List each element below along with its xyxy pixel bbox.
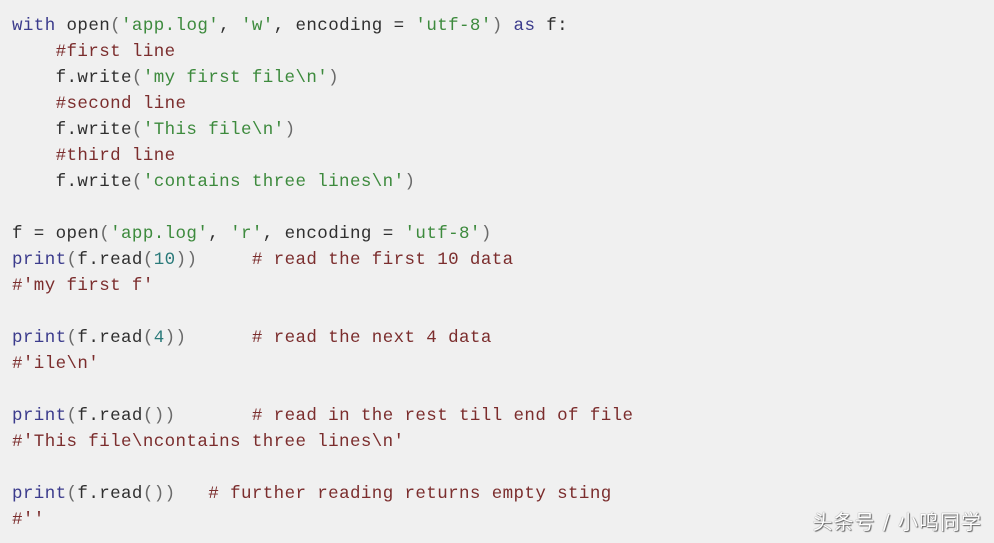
watermark: 头条号 / 小鸣同学: [812, 510, 982, 534]
code-token-com: #'my first f': [12, 276, 154, 296]
code-token-plain: , encoding =: [273, 16, 416, 36]
code-line: f = open('app.log', 'r', encoding = 'utf…: [12, 221, 633, 247]
code-token-paren: (: [66, 406, 78, 426]
code-line: #'': [12, 507, 633, 533]
code-token-paren: (: [131, 120, 143, 140]
code-token-plain: f.read: [77, 250, 143, 270]
code-token-com: #'': [12, 510, 45, 530]
code-line: #second line: [12, 91, 633, 117]
code-token-paren: ): [328, 68, 340, 88]
code-token-com: #second line: [12, 94, 187, 114]
code-token-str: 'app.log': [110, 224, 209, 244]
code-line: #first line: [12, 39, 633, 65]
code-token-plain: f.write: [12, 120, 132, 140]
code-token-num: 10: [153, 250, 176, 270]
code-token-plain: , encoding =: [262, 224, 405, 244]
code-line: #'my first f': [12, 273, 633, 299]
code-token-plain: f.write: [12, 172, 132, 192]
code-block: with open('app.log', 'w', encoding = 'ut…: [12, 13, 633, 533]
code-token-paren: ()): [142, 406, 176, 426]
code-line: #'ile\n': [12, 351, 633, 377]
code-token-str: 'w': [240, 16, 274, 36]
code-token-com: #'This file\ncontains three lines\n': [12, 432, 405, 452]
code-token-str: 'r': [230, 224, 263, 244]
code-token-kw: with: [12, 16, 56, 36]
code-token-paren: (: [131, 68, 143, 88]
code-token-paren: (: [131, 172, 143, 192]
code-token-plain: f.read: [77, 484, 143, 504]
code-token-plain: f.write: [12, 68, 132, 88]
code-line: print(f.read()) # read in the rest till …: [12, 403, 633, 429]
code-token-plain: ,: [208, 224, 231, 244]
code-token-paren: (: [66, 484, 78, 504]
code-token-plain: f:: [535, 16, 569, 36]
code-line: print(f.read()) # further reading return…: [12, 481, 633, 507]
code-line: f.write('This file\n'): [12, 117, 633, 143]
code-line: f.write('contains three lines\n'): [12, 169, 633, 195]
code-token-paren: )): [164, 328, 187, 348]
code-token-paren: ()): [142, 484, 176, 504]
code-token-num: 4: [153, 328, 165, 348]
code-token-kw: print: [12, 406, 67, 426]
code-token-str: 'app.log': [121, 16, 220, 36]
code-token-kw: print: [12, 250, 67, 270]
code-token-plain: f.read: [77, 328, 143, 348]
code-token-com: # further reading returns empty sting: [175, 484, 612, 504]
code-line: #'This file\ncontains three lines\n': [12, 429, 633, 455]
code-token-paren: (: [110, 16, 122, 36]
code-token-str: 'utf-8': [415, 16, 492, 36]
code-token-kw: as: [513, 16, 536, 36]
code-token-kw: print: [12, 328, 67, 348]
code-line: print(f.read(10)) # read the first 10 da…: [12, 247, 633, 273]
code-line: print(f.read(4)) # read the next 4 data: [12, 325, 633, 351]
code-token-paren: (: [66, 328, 78, 348]
code-token-paren: )): [175, 250, 198, 270]
code-token-kw: print: [12, 484, 67, 504]
code-token-paren: ): [480, 224, 492, 244]
code-line: with open('app.log', 'w', encoding = 'ut…: [12, 13, 633, 39]
code-token-com: # read in the rest till end of file: [175, 406, 634, 426]
code-token-paren: ): [284, 120, 296, 140]
code-token-plain: f.read: [77, 406, 143, 426]
code-token-paren: ): [491, 16, 503, 36]
code-token-paren: (: [142, 328, 154, 348]
code-token-com: #first line: [12, 42, 176, 62]
code-token-paren: (: [66, 250, 78, 270]
code-token-plain: ,: [219, 16, 241, 36]
code-token-plain: f = open: [12, 224, 100, 244]
code-token-com: # read the first 10 data: [197, 250, 514, 270]
code-token-com: #'ile\n': [12, 354, 100, 374]
code-token-plain: open: [55, 16, 111, 36]
code-line: f.write('my first file\n'): [12, 65, 633, 91]
code-token-com: # read the next 4 data: [186, 328, 492, 348]
code-token-str: 'This file\n': [142, 120, 285, 140]
code-token-paren: (: [99, 224, 111, 244]
code-token-str: 'contains three lines\n': [142, 172, 405, 192]
code-token-str: 'my first file\n': [142, 68, 329, 88]
code-token-paren: ): [404, 172, 416, 192]
code-token-paren: (: [142, 250, 154, 270]
code-token-str: 'utf-8': [404, 224, 481, 244]
code-token-com: #third line: [12, 146, 176, 166]
code-line: #third line: [12, 143, 633, 169]
